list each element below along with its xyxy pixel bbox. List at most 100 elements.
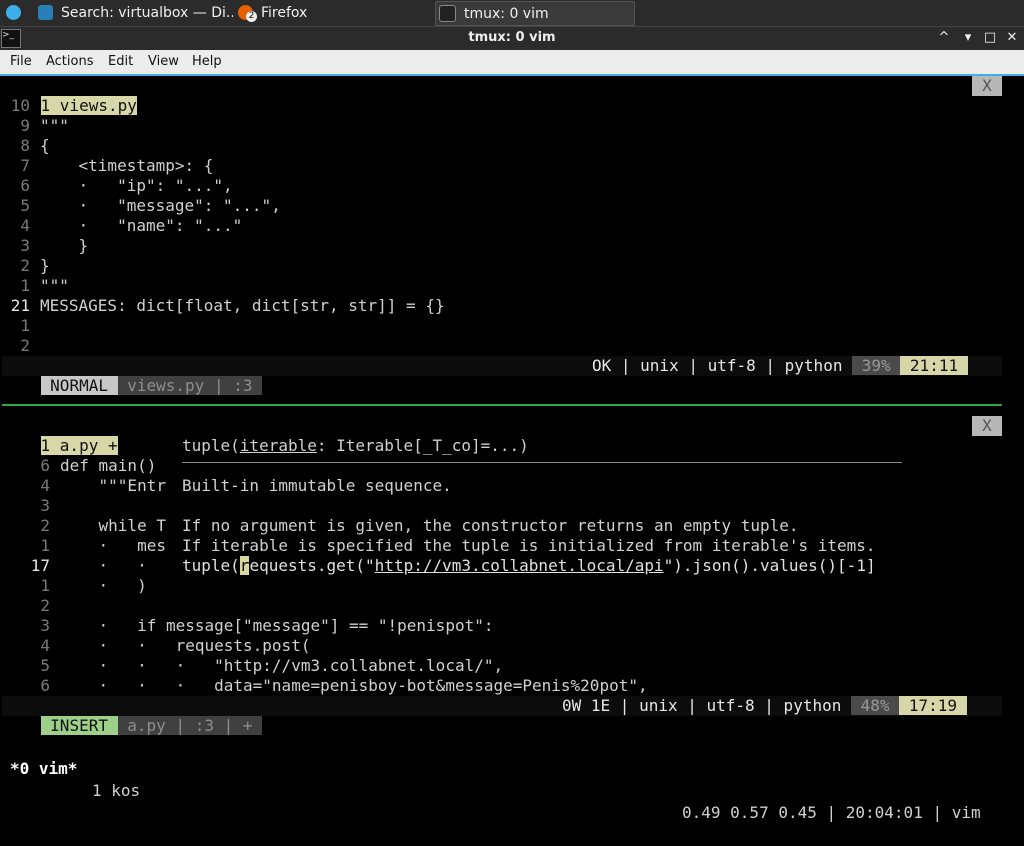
line-number: 1 <box>10 276 30 295</box>
code-line[interactable]: 4 · "name": "..." <box>2 216 242 236</box>
code-line[interactable]: 6 def main() <box>2 456 156 476</box>
line-text: MESSAGES: dict[float, dict[str, str]] = … <box>40 296 445 315</box>
line-number: 3 <box>40 616 50 635</box>
line-text: """ <box>40 116 69 135</box>
code-line[interactable]: 9 """ <box>2 116 69 136</box>
line-text: · "ip": "...", <box>40 176 233 195</box>
code-line[interactable]: 6 · "ip": "...", <box>2 176 233 196</box>
code-line[interactable]: 6 · · · data="name=penisboy-bot&message=… <box>2 676 648 696</box>
maximize-button[interactable]: □ <box>982 30 998 46</box>
task-badge: 2 <box>246 11 257 22</box>
line-number: 8 <box>10 136 30 155</box>
code-line[interactable]: 3 <box>2 496 60 516</box>
menu-bar: File Actions Edit View Help <box>0 50 1024 76</box>
code-line[interactable]: 8{ <box>2 136 50 156</box>
line-text: <timestamp>: { <box>40 156 214 175</box>
line-number: 10 <box>10 96 30 115</box>
line-text: { <box>40 136 50 155</box>
line-number: 5 <box>40 656 50 675</box>
menu-actions[interactable]: Actions <box>46 54 94 69</box>
code-line[interactable]: 2 while T <box>2 516 166 536</box>
menu-file[interactable]: File <box>10 54 32 69</box>
close-tab-button[interactable]: X <box>972 416 1002 436</box>
tab-views-py[interactable]: 1 views.py <box>40 96 137 115</box>
code-line[interactable]: 21 MESSAGES: dict[float, dict[str, str]] … <box>2 296 445 316</box>
code-line[interactable]: 1 <box>2 316 40 336</box>
launcher-button[interactable] <box>3 1 29 24</box>
line-number: 2 <box>10 336 30 355</box>
line-text: } <box>40 256 50 275</box>
line-text: · · requests.post( <box>60 636 311 655</box>
dolphin-icon <box>38 5 53 20</box>
code-line[interactable]: 5 · "message": "...", <box>2 196 280 216</box>
line-number: 3 <box>10 236 30 255</box>
menu-edit[interactable]: Edit <box>108 54 133 69</box>
terminal-icon <box>439 5 456 22</box>
mode-indicator: NORMAL <box>40 376 118 395</box>
line-text: """Entr <box>60 476 166 495</box>
percent-segment: 39% <box>852 356 901 375</box>
line-number: 1 <box>40 576 50 595</box>
position-segment: 21:11 <box>900 356 968 375</box>
code-line[interactable]: 3 } <box>2 236 88 256</box>
code-line[interactable]: 2 <box>2 336 40 356</box>
line-text: · · · "http://vm3.collabnet.local/", <box>60 656 504 675</box>
doc-line: If no argument is given, the constructor… <box>182 516 799 535</box>
code-line[interactable]: 2 <box>2 596 60 616</box>
pane-divider[interactable] <box>2 404 1002 406</box>
code-line[interactable]: 10 <box>2 96 40 116</box>
code-line[interactable]: 4 """Entr <box>2 476 166 496</box>
line-text: def main() <box>60 456 157 475</box>
doc-line: If iterable is specified the tuple is in… <box>182 536 876 555</box>
cursor-line[interactable]: tuple(requests.get("http://vm3.collabnet… <box>182 556 876 576</box>
percent-segment: 48% <box>851 696 900 715</box>
close-tab-button[interactable]: X <box>972 76 1002 96</box>
restore-button[interactable]: ▾ <box>960 30 976 46</box>
code-line[interactable]: 17 · · <box>2 556 176 576</box>
file-segment: a.py | :3 | + <box>117 716 263 735</box>
file-info: OK | unix | utf-8 | python 39% 21:11 <box>592 356 968 376</box>
code-line[interactable]: 2} <box>2 256 50 276</box>
minimize-button[interactable]: ^ <box>936 30 952 46</box>
tab-a-py[interactable]: 1 a.py + <box>40 436 118 455</box>
task-tmux[interactable]: tmux: 0 vim <box>435 1 635 26</box>
position-segment: 17:19 <box>899 696 967 715</box>
tmux-status-right: 0.49 0.57 0.45 | 20:04:01 | vim <box>682 803 981 822</box>
url-link[interactable]: http://vm3.collabnet.local/api <box>375 556 664 575</box>
code-line[interactable]: 1 · ) <box>2 576 147 596</box>
tmux-session: 1 kos <box>92 781 141 800</box>
line-text: while T <box>60 516 166 535</box>
code-line[interactable]: 3 · if message["message"] == "!penispot"… <box>2 616 493 636</box>
line-number: 6 <box>40 456 50 475</box>
line-text: · · · data="name=penisboy-bot&message=Pe… <box>60 676 648 695</box>
taskbar: Search: virtualbox — Di... 2 Firefox tmu… <box>0 0 1024 27</box>
close-button[interactable]: ✕ <box>1004 30 1020 46</box>
line-number: 6 <box>10 176 30 195</box>
tabline: 1 views.py <box>2 76 137 115</box>
line-number: 7 <box>10 156 30 175</box>
task-search-virtualbox[interactable]: Search: virtualbox — Di... <box>35 1 233 24</box>
code-line[interactable]: 5 · · · "http://vm3.collabnet.local/", <box>2 656 503 676</box>
code-line[interactable]: 7 <timestamp>: { <box>2 156 213 176</box>
tmux-window-active[interactable]: *0 vim* <box>10 758 77 780</box>
code-line[interactable]: 1 · mes <box>2 536 166 556</box>
line-text: · ) <box>60 576 147 595</box>
line-text: · if message["message"] == "!penispot": <box>60 616 494 635</box>
code-line[interactable]: 4 · · requests.post( <box>2 636 310 656</box>
line-text: """ <box>40 276 69 295</box>
task-firefox[interactable]: 2 Firefox <box>235 1 430 24</box>
signature-help: tuple(iterable: Iterable[_T_co]=...) <box>182 436 529 455</box>
terminal[interactable]: 1 views.py X 10 9 """ 8{ 7 <timestamp>: {… <box>2 76 1022 822</box>
menu-help[interactable]: Help <box>192 54 222 69</box>
line-number: 9 <box>10 116 30 135</box>
doc-line: Built-in immutable sequence. <box>182 476 452 495</box>
menu-view[interactable]: View <box>148 54 179 69</box>
popup-separator <box>182 462 902 463</box>
line-number: 1 <box>10 316 30 335</box>
line-text: · · <box>60 556 176 575</box>
file-segment: views.py | :3 <box>117 376 263 395</box>
line-number: 4 <box>40 476 50 495</box>
code-line[interactable]: 1 """ <box>2 276 69 296</box>
line-number: 4 <box>10 216 30 235</box>
tabline: 1 a.py + <box>2 416 118 455</box>
